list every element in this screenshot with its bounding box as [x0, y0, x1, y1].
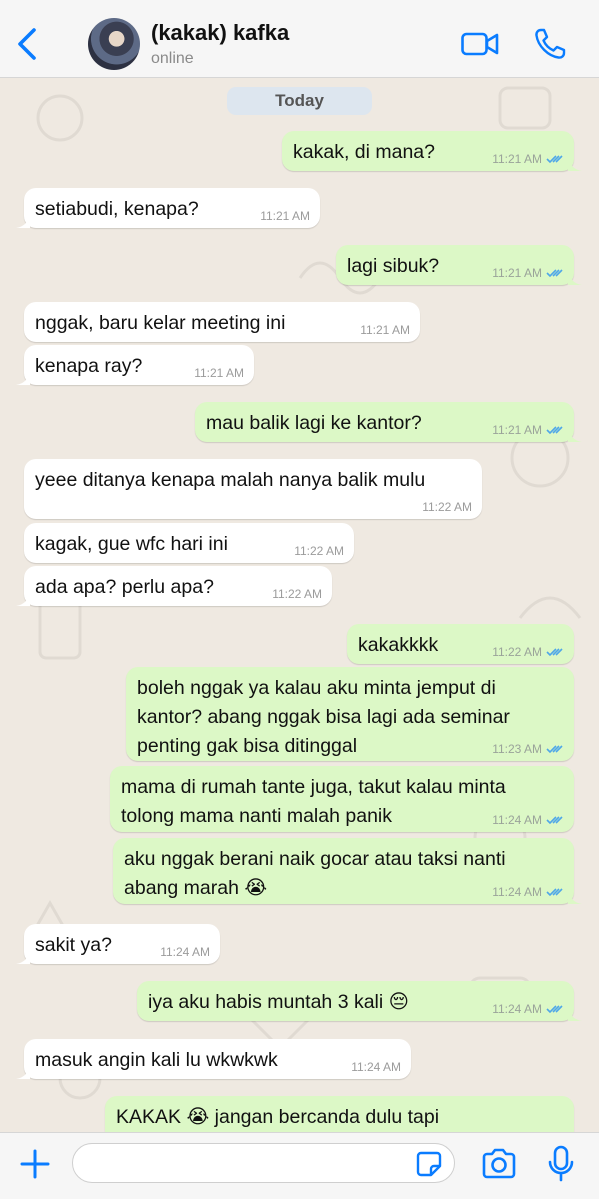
microphone-icon[interactable]	[546, 1145, 576, 1183]
read-ticks-icon	[546, 269, 563, 278]
message-text: nggak, baru kelar meeting ini	[35, 312, 286, 334]
message-time: 11:21 AM	[360, 323, 410, 337]
message-text: ada apa? perlu apa?	[35, 576, 214, 598]
message-time: 11:24 AM	[492, 813, 542, 827]
read-ticks-icon	[546, 1005, 563, 1014]
message-text: boleh nggak ya kalau aku minta jemput di…	[137, 674, 510, 761]
message-line: boleh nggak ya kalau aku minta jemput di	[137, 677, 496, 699]
message-outgoing[interactable]: mau balik lagi ke kantor? 11:21 AM	[195, 402, 582, 442]
message-outgoing[interactable]: kakakkkk 11:22 AM	[347, 624, 574, 664]
read-ticks-icon	[546, 816, 563, 825]
message-time: 11:22 AM	[294, 544, 344, 558]
bubble-tail	[16, 592, 30, 606]
message-meta: 11:23 AM	[492, 742, 564, 756]
message-text: kenapa ray?	[35, 355, 143, 377]
sticker-icon[interactable]	[416, 1151, 442, 1177]
bubble-tail	[568, 157, 582, 171]
message-meta: 11:21 AM	[492, 152, 564, 166]
message-incoming[interactable]: yeee ditanya kenapa malah nanya balik mu…	[24, 459, 482, 519]
message-outgoing[interactable]: KAKAK 😭 jangan bercanda dulu tapi	[105, 1096, 574, 1132]
chat-header: (kakak) kafka online	[0, 0, 599, 78]
date-separator: Today	[227, 87, 372, 115]
message-time: 11:23 AM	[492, 742, 542, 756]
message-meta: 11:24 AM	[492, 885, 564, 899]
bubble-tail	[568, 890, 582, 904]
message-line: abang marah 😭	[124, 877, 268, 899]
read-ticks-icon	[546, 745, 563, 754]
bubble-tail	[568, 428, 582, 442]
message-incoming[interactable]: nggak, baru kelar meeting ini 11:21 AM	[24, 302, 420, 342]
message-text: KAKAK 😭 jangan bercanda dulu tapi	[116, 1106, 440, 1128]
contact-status: online	[151, 50, 194, 67]
message-text: mau balik lagi ke kantor?	[206, 412, 422, 434]
bubble-tail	[16, 214, 30, 228]
bubble-tail	[16, 1065, 30, 1079]
message-text: kagak, gue wfc hari ini	[35, 533, 228, 555]
message-input[interactable]	[72, 1143, 455, 1183]
message-time: 11:22 AM	[272, 587, 322, 601]
message-text: masuk angin kali lu wkwkwk	[35, 1049, 278, 1071]
message-text: yeee ditanya kenapa malah nanya balik mu…	[35, 469, 426, 491]
message-time: 11:21 AM	[492, 152, 542, 166]
message-text: setiabudi, kenapa?	[35, 198, 199, 220]
bubble-tail	[568, 271, 582, 285]
message-line: penting gak bisa ditinggal	[137, 735, 358, 757]
contact-name[interactable]: (kakak) kafka	[151, 20, 289, 46]
message-text: mama di rumah tante juga, takut kalau mi…	[121, 773, 506, 831]
avatar[interactable]	[88, 18, 140, 70]
message-line: tolong mama nanti malah panik	[121, 805, 392, 827]
message-time: 11:24 AM	[492, 1002, 542, 1016]
message-time: 11:21 AM	[194, 366, 244, 380]
message-time: 11:24 AM	[160, 945, 210, 959]
read-ticks-icon	[546, 426, 563, 435]
message-incoming[interactable]: setiabudi, kenapa? 11:21 AM	[16, 188, 320, 228]
video-camera-icon[interactable]	[460, 28, 500, 60]
chevron-left-icon[interactable]	[14, 26, 42, 62]
message-incoming[interactable]: masuk angin kali lu wkwkwk 11:24 AM	[16, 1039, 411, 1079]
message-text: sakit ya?	[35, 934, 112, 956]
message-time: 11:22 AM	[492, 645, 542, 659]
composer-bar	[0, 1132, 599, 1199]
message-meta: 11:24 AM	[492, 1002, 564, 1016]
message-line: aku nggak berani naik gocar atau taksi n…	[124, 848, 506, 870]
message-line: kantor? abang nggak bisa lagi ada semina…	[137, 706, 510, 728]
read-ticks-icon	[546, 888, 563, 897]
bubble-tail	[568, 1007, 582, 1021]
message-incoming[interactable]: sakit ya? 11:24 AM	[16, 924, 220, 964]
message-outgoing[interactable]: aku nggak berani naik gocar atau taksi n…	[113, 838, 582, 904]
message-time: 11:22 AM	[422, 500, 472, 514]
message-incoming[interactable]: kenapa ray? 11:21 AM	[16, 345, 254, 385]
message-time: 11:24 AM	[351, 1060, 401, 1074]
message-outgoing[interactable]: mama di rumah tante juga, takut kalau mi…	[110, 766, 574, 832]
read-ticks-icon	[546, 155, 563, 164]
chat-area[interactable]: Today kakak, di mana? 11:21 AM setiabudi…	[0, 78, 599, 1132]
message-meta: 11:22 AM	[492, 645, 564, 659]
bubble-tail	[16, 950, 30, 964]
message-text: kakak, di mana?	[293, 141, 435, 163]
message-outgoing[interactable]: kakak, di mana? 11:21 AM	[282, 131, 582, 171]
message-text: lagi sibuk?	[347, 255, 440, 277]
read-ticks-icon	[546, 648, 563, 657]
message-time: 11:21 AM	[492, 423, 542, 437]
plus-icon[interactable]	[18, 1147, 52, 1181]
message-outgoing[interactable]: lagi sibuk? 11:21 AM	[336, 245, 582, 285]
message-meta: 11:21 AM	[492, 423, 564, 437]
message-meta: 11:21 AM	[492, 266, 564, 280]
message-text: iya aku habis muntah 3 kali 😔	[148, 991, 409, 1013]
message-outgoing[interactable]: iya aku habis muntah 3 kali 😔 11:24 AM	[137, 981, 582, 1021]
message-line: mama di rumah tante juga, takut kalau mi…	[121, 776, 506, 798]
message-time: 11:24 AM	[492, 885, 542, 899]
message-text: kakakkkk	[358, 634, 439, 656]
message-outgoing[interactable]: boleh nggak ya kalau aku minta jemput di…	[126, 667, 574, 761]
message-incoming[interactable]: kagak, gue wfc hari ini 11:22 AM	[24, 523, 354, 563]
message-incoming[interactable]: ada apa? perlu apa? 11:22 AM	[16, 566, 332, 606]
message-time: 11:21 AM	[492, 266, 542, 280]
camera-icon[interactable]	[480, 1147, 518, 1181]
bubble-tail	[16, 371, 30, 385]
phone-icon[interactable]	[532, 26, 568, 62]
message-meta: 11:24 AM	[492, 813, 564, 827]
message-time: 11:21 AM	[260, 209, 310, 223]
message-text: aku nggak berani naik gocar atau taksi n…	[124, 845, 506, 903]
